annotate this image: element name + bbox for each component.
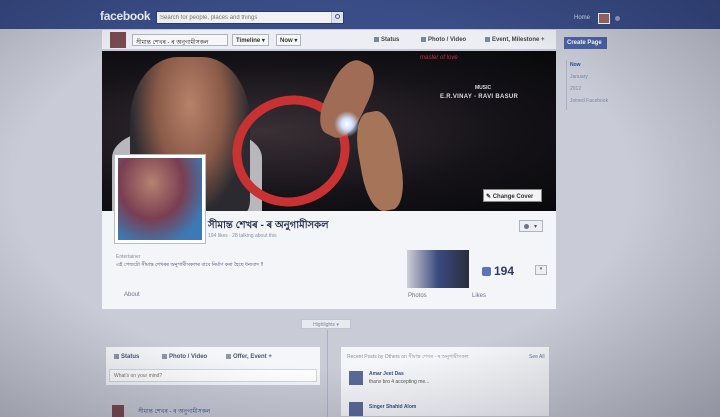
- user-avatar[interactable]: [598, 13, 610, 24]
- status-input[interactable]: [109, 369, 317, 382]
- composer-photo-video-tab[interactable]: Photo / Video: [162, 354, 207, 360]
- header-photo-video-button[interactable]: Photo / Video: [421, 37, 466, 43]
- composer-offer-event-label: Offer, Event +: [233, 354, 272, 360]
- composer-photo-video-label: Photo / Video: [169, 354, 208, 360]
- post-author[interactable]: সীমান্ত শেখৰ - ৰ অনুগামীসকল: [138, 406, 210, 417]
- see-all-link[interactable]: See All: [529, 354, 545, 360]
- profile-picture[interactable]: [114, 154, 206, 244]
- header-status-button[interactable]: Status: [374, 37, 399, 43]
- page-description: এই পেজটো সীমান্ত শেখৰৰ অনুগামীসকলৰ বাবে …: [116, 262, 264, 268]
- camera-icon: [421, 37, 426, 42]
- post-composer: Status Photo / Video Offer, Event +: [105, 346, 321, 386]
- sidebar-item-now[interactable]: Now: [570, 62, 581, 68]
- status-icon: [374, 37, 379, 42]
- page-thumbnail[interactable]: [110, 32, 126, 48]
- calendar-icon: [485, 37, 490, 42]
- page-category: Entertainer: [116, 254, 141, 260]
- timeline-rail: [566, 60, 567, 110]
- camera-icon: [162, 354, 167, 359]
- sidebar-item-january[interactable]: January: [570, 74, 588, 80]
- timeline-dropdown[interactable]: Timeline ▾: [232, 34, 269, 46]
- recent-posts-box: Recent Posts by Others on সীমান্ত শেখৰ -…: [340, 346, 550, 417]
- music-label: MUSIC: [475, 85, 492, 91]
- photos-link[interactable]: Photos: [408, 293, 427, 299]
- facebook-page-screen: facebook Home সীমান্ত শেখৰ - ৰ অনুগামীসক…: [0, 0, 720, 417]
- avatar[interactable]: [112, 405, 124, 417]
- header-event-milestone-button[interactable]: Event, Milestone +: [485, 37, 545, 43]
- sidebar-item-2012[interactable]: 2012: [570, 86, 581, 92]
- search-box: [156, 11, 344, 24]
- page-stats: 194 likes · 28 talking about this: [208, 233, 277, 239]
- change-cover-button[interactable]: ✎ Change Cover: [483, 189, 542, 202]
- photos-thumbnail[interactable]: [407, 250, 469, 288]
- sidebar-item-joined-facebook[interactable]: Joined Facebook: [570, 98, 608, 104]
- likes-link[interactable]: Likes: [472, 293, 486, 299]
- home-link[interactable]: Home: [574, 15, 590, 21]
- like-count-value: 194: [494, 264, 515, 278]
- composer-status-label: Status: [121, 354, 140, 360]
- timeline-spine: [327, 330, 328, 417]
- timeline-post: সীমান্ত শেখৰ - ৰ অনুগামীসকল: [108, 401, 324, 417]
- avatar[interactable]: [349, 402, 363, 416]
- avatar[interactable]: [349, 371, 363, 385]
- search-input[interactable]: [157, 12, 331, 23]
- music-credit: E.R.VINAY - RAVI BASUR: [440, 94, 519, 100]
- header-event-milestone-label: Event, Milestone +: [492, 37, 545, 43]
- top-navigation-bar: facebook Home: [0, 0, 720, 29]
- composer-offer-event-tab[interactable]: Offer, Event +: [226, 354, 272, 360]
- header-status-label: Status: [381, 37, 400, 43]
- thumbs-up-icon: [482, 267, 491, 276]
- camera-flash: [334, 111, 360, 137]
- settings-icon[interactable]: [615, 16, 620, 21]
- page-name-button[interactable]: সীমান্ত শেখৰ - ৰ অনুগামীসকল: [132, 34, 228, 46]
- page-header-bar: সীমান্ত শেখৰ - ৰ অনুগামীসকল Timeline ▾ N…: [102, 30, 556, 50]
- facebook-logo[interactable]: facebook: [100, 9, 151, 23]
- composer-status-tab[interactable]: Status: [114, 354, 139, 360]
- post-author[interactable]: Amar Jeet Das: [369, 371, 404, 377]
- page-settings-button[interactable]: ▾: [519, 220, 543, 232]
- header-photo-video-label: Photo / Video: [428, 37, 467, 43]
- now-dropdown[interactable]: Now ▾: [276, 34, 302, 46]
- cover-tagline: master of love: [420, 55, 458, 61]
- post-text: thanx bro 4 accepting me...: [369, 379, 430, 385]
- create-page-button[interactable]: Create Page: [564, 37, 607, 49]
- post-author[interactable]: Singer Shahid Alom: [369, 404, 416, 410]
- status-icon: [114, 354, 119, 359]
- likes-dropdown[interactable]: ▾: [535, 265, 547, 275]
- chevron-down-icon: ▾: [534, 224, 538, 230]
- search-button[interactable]: [331, 12, 343, 23]
- about-link[interactable]: About: [124, 292, 140, 298]
- gear-icon: [524, 224, 529, 229]
- like-count[interactable]: 194: [482, 264, 514, 278]
- profile-photo: [118, 158, 202, 240]
- calendar-icon: [226, 354, 231, 359]
- highlights-dropdown[interactable]: Highlights ▾: [301, 319, 351, 329]
- recent-posts-title: Recent Posts by Others on সীমান্ত শেখৰ -…: [347, 354, 469, 360]
- search-icon: [335, 14, 340, 19]
